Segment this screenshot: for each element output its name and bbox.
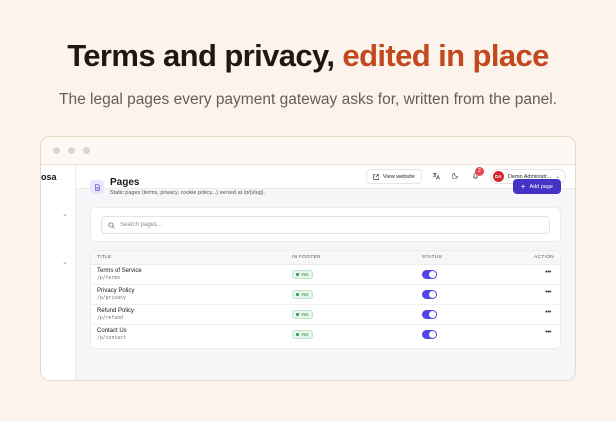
table-row[interactable]: Refund Policy /p/refund Yes ••• [91, 305, 560, 325]
status-dot [296, 293, 299, 296]
footer-badge: Yes [292, 270, 314, 279]
status-dot [296, 273, 299, 276]
page-description: Static pages (terms, privacy, cookie pol… [110, 190, 266, 196]
window-dot [68, 147, 75, 154]
status-toggle[interactable] [422, 310, 437, 319]
status-dot [296, 313, 299, 316]
page-row-slug: /p/refund [97, 316, 123, 321]
browser-window: osa ⌄ ⌄ View website 2 DA Demo Administr… [40, 136, 576, 381]
column-in-footer[interactable]: IN FOOTER [292, 255, 321, 260]
status-toggle[interactable] [422, 290, 437, 299]
footer-badge-label: Yes [301, 312, 309, 317]
page-row-title[interactable]: Privacy Policy [97, 288, 134, 294]
page-title: Pages [110, 177, 140, 188]
table-row[interactable]: Terms of Service /p/terms Yes ••• [91, 265, 560, 285]
main-content: View website 2 DA Demo Administr... ⌄ Pa… [76, 165, 575, 380]
toggle-knob [429, 271, 436, 278]
search-box[interactable] [101, 216, 550, 234]
table-row[interactable]: Privacy Policy /p/privacy Yes ••• [91, 285, 560, 305]
chevron-down-icon[interactable]: ⌄ [62, 258, 68, 266]
page-row-slug: /p/privacy [97, 296, 126, 301]
more-horizontal-icon[interactable]: ••• [545, 309, 551, 316]
page-row-slug: /p/terms [97, 276, 121, 281]
more-horizontal-icon[interactable]: ••• [545, 269, 551, 276]
brand-logo[interactable]: osa [41, 172, 57, 182]
search-card [90, 207, 561, 242]
footer-badge: Yes [292, 310, 314, 319]
column-action: ACTION [534, 255, 554, 260]
hero-title: Terms and privacy, edited in place [0, 38, 616, 74]
table-header: TITLE IN FOOTER STATUS ACTION [91, 251, 560, 265]
admin-app: osa ⌄ ⌄ View website 2 DA Demo Administr… [41, 165, 575, 380]
pages-table: TITLE IN FOOTER STATUS ACTION Terms of S… [90, 250, 561, 349]
toggle-knob [429, 291, 436, 298]
add-page-label: Add page [529, 183, 553, 190]
hero-title-plain: Terms and privacy, [67, 38, 343, 73]
page-row-title[interactable]: Contact Us [97, 328, 127, 334]
footer-badge: Yes [292, 290, 314, 299]
more-horizontal-icon[interactable]: ••• [545, 329, 551, 336]
page-row-title[interactable]: Terms of Service [97, 268, 142, 274]
column-title[interactable]: TITLE [97, 255, 112, 260]
window-dot [83, 147, 90, 154]
chevron-down-icon[interactable]: ⌄ [62, 210, 68, 218]
search-input[interactable] [120, 222, 320, 228]
notification-badge: 2 [474, 167, 484, 176]
status-dot [296, 333, 299, 336]
toggle-knob [429, 311, 436, 318]
column-status[interactable]: STATUS [422, 255, 442, 260]
page-row-slug: /p/contact [97, 336, 126, 341]
document-icon [90, 180, 104, 194]
more-horizontal-icon[interactable]: ••• [545, 289, 551, 296]
page-header: Pages Static pages (terms, privacy, cook… [90, 177, 561, 201]
page-row-title[interactable]: Refund Policy [97, 308, 134, 314]
window-titlebar [41, 137, 575, 165]
sidebar: osa ⌄ ⌄ [41, 165, 76, 380]
footer-badge: Yes [292, 330, 314, 339]
hero-title-accent: edited in place [342, 38, 549, 73]
footer-badge-label: Yes [301, 332, 309, 337]
table-row[interactable]: Contact Us /p/contact Yes ••• [91, 325, 560, 345]
plus-icon: + [520, 181, 526, 191]
search-icon [108, 221, 115, 229]
toggle-knob [429, 331, 436, 338]
add-page-button[interactable]: + Add page [512, 179, 561, 194]
status-toggle[interactable] [422, 330, 437, 339]
hero-subtitle: The legal pages every payment gateway as… [59, 91, 557, 108]
footer-badge-label: Yes [301, 292, 309, 297]
status-toggle[interactable] [422, 270, 437, 279]
window-dot [53, 147, 60, 154]
footer-badge-label: Yes [301, 272, 309, 277]
